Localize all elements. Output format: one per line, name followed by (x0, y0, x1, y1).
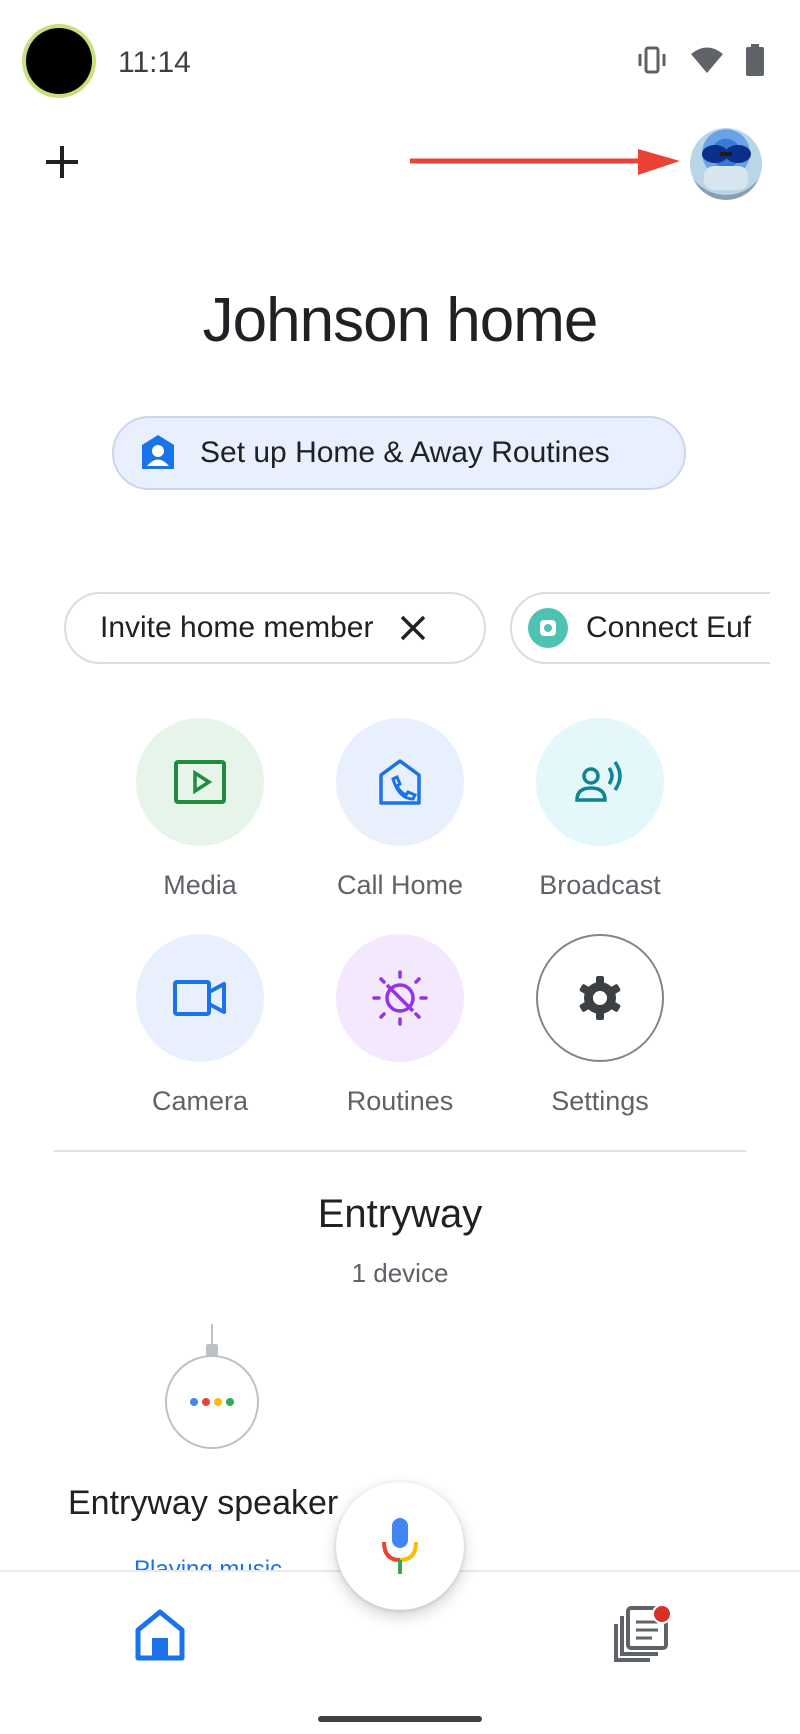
person-home-icon (142, 435, 174, 469)
shortcut-camera-label: Camera (151, 1086, 249, 1116)
add-button[interactable] (40, 140, 84, 184)
broadcast-icon (575, 760, 622, 802)
media-circle (136, 718, 264, 846)
suggestion-chips: Invite home member Connect Euf (64, 592, 770, 666)
invite-member-label: Invite home member (100, 611, 374, 644)
shortcut-broadcast-label: Broadcast (539, 870, 661, 900)
shortcut-routines[interactable]: Routines (300, 934, 500, 1117)
shortcut-media-label: Media (163, 870, 237, 900)
shortcut-media[interactable]: Media (100, 718, 300, 901)
home-tab-icon[interactable] (132, 1606, 188, 1662)
shortcut-camera[interactable]: Camera (100, 934, 300, 1117)
account-avatar[interactable] (690, 128, 762, 200)
status-time: 11:14 (118, 46, 191, 79)
connect-eufy-label: Connect Euf (586, 611, 752, 644)
battery-icon (746, 44, 764, 76)
invite-member-chip[interactable]: Invite home member (64, 592, 486, 664)
mic-button[interactable] (336, 1482, 464, 1610)
broadcast-circle (536, 718, 664, 846)
call-home-circle (336, 718, 464, 846)
routines-icon (372, 970, 428, 1026)
shortcut-broadcast[interactable]: Broadcast (500, 718, 700, 901)
routines-chip-label: Set up Home & Away Routines (200, 436, 610, 469)
room-title: Entryway (317, 1192, 483, 1236)
shortcut-routines-label: Routines (346, 1086, 454, 1116)
status-icons (636, 44, 764, 76)
device-name[interactable]: Entryway speaker (68, 1484, 338, 1523)
status-camera-cutout (26, 28, 92, 94)
camera-icon (173, 980, 226, 1016)
mic-icon (382, 1518, 418, 1574)
vibrate-icon (638, 46, 666, 74)
speaker-device-icon[interactable] (164, 1324, 260, 1452)
settings-circle (536, 934, 664, 1062)
connect-eufy-chip[interactable]: Connect Euf (510, 592, 770, 664)
notification-badge (652, 1604, 672, 1624)
gesture-navigation-bar[interactable] (318, 1716, 482, 1722)
room-device-count: 1 device (351, 1258, 449, 1288)
shortcut-settings[interactable]: Settings (500, 934, 700, 1117)
shortcut-call-home[interactable]: Call Home (300, 718, 500, 901)
shortcut-settings-label: Settings (551, 1086, 649, 1116)
camera-circle (136, 934, 264, 1062)
setup-routines-chip[interactable]: Set up Home & Away Routines (112, 416, 686, 490)
annotation-arrow (410, 149, 680, 175)
wifi-icon (691, 47, 723, 73)
gear-icon (579, 976, 621, 1020)
home-title: Johnson home (202, 286, 599, 355)
eufy-icon (528, 608, 568, 648)
media-icon (174, 760, 226, 804)
sunglasses-graphic (702, 145, 751, 190)
routines-circle (336, 934, 464, 1062)
shortcut-call-home-label: Call Home (336, 870, 464, 900)
call-home-icon (379, 759, 421, 805)
close-icon[interactable] (399, 614, 427, 642)
section-divider (54, 1150, 746, 1152)
